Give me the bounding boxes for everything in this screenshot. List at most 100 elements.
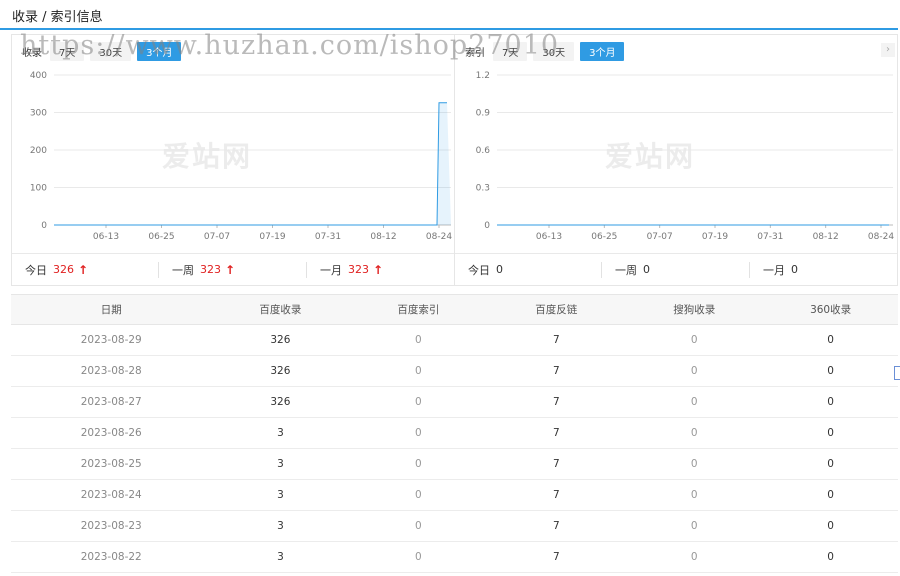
table-cell: 2023-08-28 — [11, 355, 212, 387]
table-cell: 7 — [487, 510, 626, 542]
tab-3m[interactable]: 3个月 — [580, 41, 625, 61]
arrow-up-icon: ↑ — [225, 262, 236, 277]
stat-week: 一周 323 ↑ — [158, 261, 306, 278]
arrow-up-icon: ↑ — [78, 262, 89, 277]
range-tabs: 收录 7天 30天 3个月 — [22, 41, 187, 61]
table-cell: 0 — [349, 479, 488, 511]
x-tick-label: 06-13 — [93, 232, 119, 242]
y-tick-label: 0.9 — [476, 109, 491, 119]
stats-row: 今日 0 一周 0 一月 0 — [455, 253, 897, 285]
series-area — [54, 102, 451, 225]
table-cell: 0 — [625, 355, 764, 387]
table-cell: 0 — [349, 417, 488, 449]
stats-row: 今日 326 ↑ 一周 323 ↑ 一月 323 ↑ — [12, 253, 454, 285]
x-tick-label: 06-25 — [591, 232, 617, 242]
table-header-row: 日期 百度收录 百度索引 百度反链 搜狗收录 360收录 — [11, 294, 898, 325]
table-cell: 7 — [487, 355, 626, 387]
y-tick-label: 400 — [30, 71, 47, 81]
col-baidu-index: 百度收录 — [211, 294, 350, 325]
table-cell: 0 — [763, 541, 898, 573]
x-tick-label: 07-31 — [757, 232, 783, 242]
table-row: 2023-08-23 3 0 7 0 0 — [11, 510, 898, 542]
table-cell: 7 — [487, 541, 626, 573]
table-cell: 2023-08-22 — [11, 541, 212, 573]
stat-month: 一月 323 ↑ — [306, 261, 454, 278]
y-tick-label: 0 — [41, 221, 47, 231]
table-cell: 0 — [349, 386, 488, 418]
col-sogou-index: 搜狗收录 — [625, 294, 764, 325]
table-cell: 2023-08-29 — [11, 324, 212, 356]
panel-label: 收录 — [22, 47, 42, 59]
x-tick-label: 08-24 — [868, 232, 894, 242]
table-cell: 2023-08-24 — [11, 479, 212, 511]
stat-today: 今日 0 — [468, 263, 503, 277]
table-cell: 0 — [349, 448, 488, 480]
table-cell: 0 — [763, 479, 898, 511]
side-handle[interactable] — [894, 366, 900, 380]
table-cell: 0 — [349, 355, 488, 387]
tab-30d[interactable]: 30天 — [533, 41, 575, 61]
y-tick-label: 0 — [484, 221, 490, 231]
table-cell: 0 — [625, 448, 764, 480]
x-tick-label: 08-12 — [813, 232, 839, 242]
y-tick-label: 1.2 — [476, 71, 490, 81]
series-line — [54, 102, 447, 226]
y-tick-label: 0.6 — [476, 146, 491, 156]
x-tick-label: 08-12 — [370, 232, 396, 242]
table-cell: 2023-08-23 — [11, 510, 212, 542]
x-tick-label: 07-07 — [204, 232, 230, 242]
x-tick-label: 07-07 — [647, 232, 673, 242]
y-tick-label: 0.3 — [476, 184, 490, 194]
x-tick-label: 07-19 — [702, 232, 728, 242]
table-cell: 0 — [763, 324, 898, 356]
table-cell: 0 — [625, 479, 764, 511]
col-baidu-indexed: 百度索引 — [349, 294, 488, 325]
table-cell: 0 — [625, 324, 764, 356]
x-tick-label: 07-31 — [315, 232, 341, 242]
index-panel: 索引 7天 30天 3个月 › 爱站网 0 0.3 0.6 0.9 1.2 06-13 06… — [455, 35, 897, 285]
x-tick-label: 07-19 — [259, 232, 285, 242]
index-count-chart: 0 100 200 300 400 06-13 06-25 07-07 07-19 07-31 08… — [30, 71, 453, 242]
panel-label: 索引 — [465, 47, 485, 59]
range-tabs: 索引 7天 30天 3个月 — [465, 41, 630, 61]
table-cell: 0 — [763, 386, 898, 418]
table-row: 2023-08-27 326 0 7 0 0 — [11, 386, 898, 418]
section-header: 收录 / 索引信息 — [0, 0, 898, 30]
table-cell: 0 — [763, 355, 898, 387]
charts-container: 收录 7天 30天 3个月 爱站网 0 100 200 300 400 06-13 06-2… — [11, 34, 898, 286]
tab-7d[interactable]: 7天 — [50, 41, 85, 61]
table-cell: 326 — [211, 386, 350, 418]
table-cell: 3 — [211, 510, 350, 542]
table-cell: 7 — [487, 417, 626, 449]
x-tick-label: 06-13 — [536, 232, 562, 242]
tab-3m[interactable]: 3个月 — [137, 41, 182, 61]
table-cell: 2023-08-27 — [11, 386, 212, 418]
table-row: 2023-08-26 3 0 7 0 0 — [11, 417, 898, 449]
table-cell: 0 — [763, 448, 898, 480]
table-cell: 0 — [625, 541, 764, 573]
table-cell: 0 — [625, 417, 764, 449]
table-row: 2023-08-25 3 0 7 0 0 — [11, 448, 898, 480]
y-tick-label: 200 — [30, 146, 47, 156]
chevron-right-icon[interactable]: › — [881, 43, 895, 57]
table-cell: 3 — [211, 417, 350, 449]
table-cell: 0 — [349, 541, 488, 573]
stat-week: 一周 0 — [601, 261, 749, 278]
table-row: 2023-08-29 326 0 7 0 0 — [11, 324, 898, 356]
table-cell: 326 — [211, 355, 350, 387]
col-360-index: 360收录 — [763, 294, 898, 325]
history-table: 日期 百度收录 百度索引 百度反链 搜狗收录 360收录 2023-08-29 3… — [11, 294, 898, 573]
table-cell: 0 — [625, 510, 764, 542]
table-cell: 3 — [211, 541, 350, 573]
tab-30d[interactable]: 30天 — [90, 41, 132, 61]
y-tick-label: 300 — [30, 109, 47, 119]
table-cell: 3 — [211, 448, 350, 480]
tab-7d[interactable]: 7天 — [493, 41, 528, 61]
table-cell: 2023-08-25 — [11, 448, 212, 480]
table-cell: 0 — [349, 510, 488, 542]
table-cell: 0 — [625, 386, 764, 418]
table-cell: 0 — [349, 324, 488, 356]
table-row: 2023-08-28 326 0 7 0 0 — [11, 355, 898, 387]
stat-month: 一月 0 — [749, 261, 895, 278]
col-baidu-backlinks: 百度反链 — [487, 294, 626, 325]
